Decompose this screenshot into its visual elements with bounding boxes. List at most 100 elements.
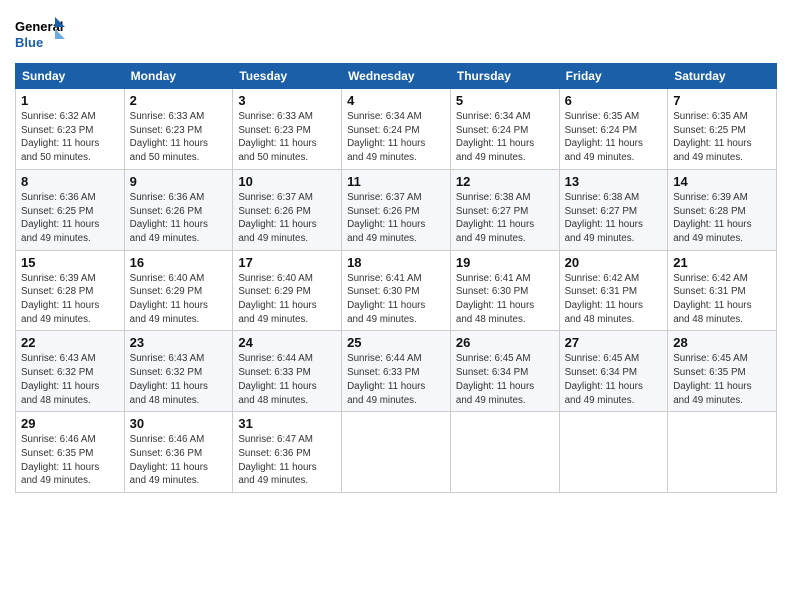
day-number: 4 (347, 93, 445, 108)
calendar-cell (450, 412, 559, 493)
day-number: 7 (673, 93, 771, 108)
calendar-cell: 5 Sunrise: 6:34 AM Sunset: 6:24 PM Daylig… (450, 89, 559, 170)
calendar-cell: 31Sunrise: 6:47 AM Sunset: 6:36 PM Dayli… (233, 412, 342, 493)
day-info: Sunrise: 6:39 AM Sunset: 6:28 PM Dayligh… (673, 191, 771, 246)
day-info: Sunrise: 6:38 AM Sunset: 6:27 PM Dayligh… (456, 191, 554, 246)
calendar-cell (668, 412, 777, 493)
calendar-cell (342, 412, 451, 493)
day-of-week-header: Friday (559, 64, 668, 89)
day-number: 15 (21, 255, 119, 270)
calendar-cell: 27Sunrise: 6:45 AM Sunset: 6:34 PM Dayli… (559, 331, 668, 412)
day-number: 25 (347, 335, 445, 350)
calendar-cell: 2 Sunrise: 6:33 AM Sunset: 6:23 PM Daylig… (124, 89, 233, 170)
day-info: Sunrise: 6:44 AM Sunset: 6:33 PM Dayligh… (347, 352, 445, 407)
day-of-week-header: Monday (124, 64, 233, 89)
calendar-cell: 10Sunrise: 6:37 AM Sunset: 6:26 PM Dayli… (233, 169, 342, 250)
day-number: 9 (130, 174, 228, 189)
day-of-week-header: Wednesday (342, 64, 451, 89)
calendar-cell: 14Sunrise: 6:39 AM Sunset: 6:28 PM Dayli… (668, 169, 777, 250)
day-number: 13 (565, 174, 663, 189)
day-number: 2 (130, 93, 228, 108)
calendar-cell (559, 412, 668, 493)
day-info: Sunrise: 6:33 AM Sunset: 6:23 PM Dayligh… (238, 110, 336, 165)
day-info: Sunrise: 6:42 AM Sunset: 6:31 PM Dayligh… (673, 272, 771, 327)
day-of-week-header: Tuesday (233, 64, 342, 89)
day-info: Sunrise: 6:44 AM Sunset: 6:33 PM Dayligh… (238, 352, 336, 407)
day-info: Sunrise: 6:34 AM Sunset: 6:24 PM Dayligh… (347, 110, 445, 165)
day-number: 17 (238, 255, 336, 270)
day-number: 5 (456, 93, 554, 108)
day-info: Sunrise: 6:46 AM Sunset: 6:36 PM Dayligh… (130, 433, 228, 488)
calendar-body: 1Sunrise: 6:32 AM Sunset: 6:23 PM Daylig… (16, 89, 777, 493)
day-info: Sunrise: 6:40 AM Sunset: 6:29 PM Dayligh… (130, 272, 228, 327)
day-number: 23 (130, 335, 228, 350)
day-number: 10 (238, 174, 336, 189)
day-info: Sunrise: 6:37 AM Sunset: 6:26 PM Dayligh… (347, 191, 445, 246)
day-info: Sunrise: 6:41 AM Sunset: 6:30 PM Dayligh… (347, 272, 445, 327)
calendar-cell: 24Sunrise: 6:44 AM Sunset: 6:33 PM Dayli… (233, 331, 342, 412)
day-info: Sunrise: 6:45 AM Sunset: 6:35 PM Dayligh… (673, 352, 771, 407)
day-number: 27 (565, 335, 663, 350)
day-number: 6 (565, 93, 663, 108)
day-info: Sunrise: 6:38 AM Sunset: 6:27 PM Dayligh… (565, 191, 663, 246)
header: GeneralBlue (15, 15, 777, 53)
calendar-cell: 19 Sunrise: 6:41 AM Sunset: 6:30 PM Dayli… (450, 250, 559, 331)
day-number: 3 (238, 93, 336, 108)
day-number: 28 (673, 335, 771, 350)
calendar-week-row: 22Sunrise: 6:43 AM Sunset: 6:32 PM Dayli… (16, 331, 777, 412)
day-info: Sunrise: 6:33 AM Sunset: 6:23 PM Dayligh… (130, 110, 228, 165)
calendar-cell: 28 Sunrise: 6:45 AM Sunset: 6:35 PM Dayli… (668, 331, 777, 412)
day-info: Sunrise: 6:45 AM Sunset: 6:34 PM Dayligh… (456, 352, 554, 407)
calendar-cell: 15Sunrise: 6:39 AM Sunset: 6:28 PM Dayli… (16, 250, 125, 331)
calendar-cell: 20 Sunrise: 6:42 AM Sunset: 6:31 PM Dayli… (559, 250, 668, 331)
calendar-cell: 30Sunrise: 6:46 AM Sunset: 6:36 PM Dayli… (124, 412, 233, 493)
calendar-cell: 11 Sunrise: 6:37 AM Sunset: 6:26 PM Dayli… (342, 169, 451, 250)
day-info: Sunrise: 6:41 AM Sunset: 6:30 PM Dayligh… (456, 272, 554, 327)
calendar-week-row: 8Sunrise: 6:36 AM Sunset: 6:25 PM Daylig… (16, 169, 777, 250)
calendar-cell: 26Sunrise: 6:45 AM Sunset: 6:34 PM Dayli… (450, 331, 559, 412)
day-info: Sunrise: 6:43 AM Sunset: 6:32 PM Dayligh… (21, 352, 119, 407)
day-info: Sunrise: 6:36 AM Sunset: 6:26 PM Dayligh… (130, 191, 228, 246)
calendar-cell: 4 Sunrise: 6:34 AM Sunset: 6:24 PM Daylig… (342, 89, 451, 170)
day-of-week-header: Sunday (16, 64, 125, 89)
day-info: Sunrise: 6:46 AM Sunset: 6:35 PM Dayligh… (21, 433, 119, 488)
calendar-cell: 23 Sunrise: 6:43 AM Sunset: 6:32 PM Dayli… (124, 331, 233, 412)
calendar-cell: 29 Sunrise: 6:46 AM Sunset: 6:35 PM Dayli… (16, 412, 125, 493)
calendar-cell: 3 Sunrise: 6:33 AM Sunset: 6:23 PM Daylig… (233, 89, 342, 170)
day-number: 8 (21, 174, 119, 189)
day-info: Sunrise: 6:42 AM Sunset: 6:31 PM Dayligh… (565, 272, 663, 327)
calendar-cell: 8Sunrise: 6:36 AM Sunset: 6:25 PM Daylig… (16, 169, 125, 250)
calendar-cell: 6Sunrise: 6:35 AM Sunset: 6:24 PM Daylig… (559, 89, 668, 170)
calendar-cell: 9 Sunrise: 6:36 AM Sunset: 6:26 PM Daylig… (124, 169, 233, 250)
day-info: Sunrise: 6:43 AM Sunset: 6:32 PM Dayligh… (130, 352, 228, 407)
day-info: Sunrise: 6:47 AM Sunset: 6:36 PM Dayligh… (238, 433, 336, 488)
calendar-cell: 22Sunrise: 6:43 AM Sunset: 6:32 PM Dayli… (16, 331, 125, 412)
day-number: 29 (21, 416, 119, 431)
page-container: GeneralBlue SundayMondayTuesdayWednesday… (0, 0, 792, 503)
day-number: 12 (456, 174, 554, 189)
calendar-cell: 16Sunrise: 6:40 AM Sunset: 6:29 PM Dayli… (124, 250, 233, 331)
calendar-cell: 18 Sunrise: 6:41 AM Sunset: 6:30 PM Dayli… (342, 250, 451, 331)
calendar-table: SundayMondayTuesdayWednesdayThursdayFrid… (15, 63, 777, 493)
logo-svg: GeneralBlue (15, 15, 65, 53)
day-number: 18 (347, 255, 445, 270)
calendar-week-row: 15Sunrise: 6:39 AM Sunset: 6:28 PM Dayli… (16, 250, 777, 331)
day-number: 20 (565, 255, 663, 270)
calendar-cell: 1Sunrise: 6:32 AM Sunset: 6:23 PM Daylig… (16, 89, 125, 170)
calendar-cell: 21 Sunrise: 6:42 AM Sunset: 6:31 PM Dayli… (668, 250, 777, 331)
day-number: 11 (347, 174, 445, 189)
calendar-cell: 13 Sunrise: 6:38 AM Sunset: 6:27 PM Dayli… (559, 169, 668, 250)
day-info: Sunrise: 6:34 AM Sunset: 6:24 PM Dayligh… (456, 110, 554, 165)
day-number: 21 (673, 255, 771, 270)
day-info: Sunrise: 6:35 AM Sunset: 6:25 PM Dayligh… (673, 110, 771, 165)
day-number: 19 (456, 255, 554, 270)
calendar-week-row: 29 Sunrise: 6:46 AM Sunset: 6:35 PM Dayli… (16, 412, 777, 493)
calendar-cell: 17Sunrise: 6:40 AM Sunset: 6:29 PM Dayli… (233, 250, 342, 331)
logo: GeneralBlue (15, 15, 65, 53)
svg-text:Blue: Blue (15, 35, 43, 50)
calendar-header-row: SundayMondayTuesdayWednesdayThursdayFrid… (16, 64, 777, 89)
day-of-week-header: Thursday (450, 64, 559, 89)
day-of-week-header: Saturday (668, 64, 777, 89)
day-number: 1 (21, 93, 119, 108)
calendar-cell: 25 Sunrise: 6:44 AM Sunset: 6:33 PM Dayli… (342, 331, 451, 412)
